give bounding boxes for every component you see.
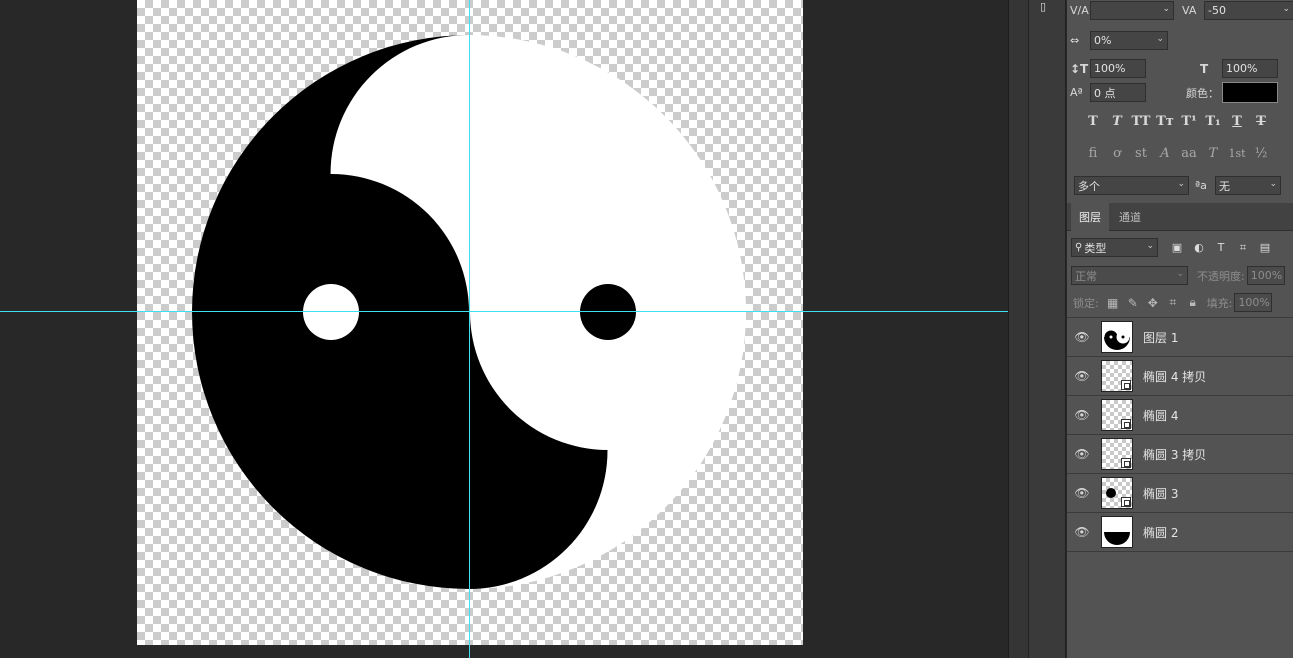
- fill-label: 填充:: [1206, 296, 1233, 310]
- vertical-guide[interactable]: [469, 0, 470, 658]
- properties-panel: V/A ⌄ VA -50 ⌄ ⇔ 0% ⌄ ↕T 100% T 100% Aª …: [1067, 0, 1293, 658]
- vertical-scale-field[interactable]: 100%: [1090, 59, 1146, 78]
- layer-row[interactable]: 👁︎ 椭圆 2: [1067, 513, 1293, 552]
- color-label: 颜色：: [1186, 86, 1219, 100]
- layers-tabbar: 图层 通道: [1067, 203, 1293, 231]
- layer-row[interactable]: 👁︎ 图层 1: [1067, 318, 1293, 357]
- stylistic-alternates-button[interactable]: aa: [1177, 146, 1201, 161]
- type-filter-icon[interactable]: T: [1210, 241, 1232, 254]
- ordinals-button[interactable]: 1st: [1225, 147, 1249, 160]
- shape-layer-icon: [1121, 419, 1131, 429]
- shape-layer-icon: [1121, 380, 1131, 390]
- tab-channels[interactable]: 通道: [1111, 203, 1149, 231]
- discretionary-ligatures-button[interactable]: st: [1129, 146, 1153, 161]
- underline-button[interactable]: T: [1225, 114, 1249, 129]
- eye-icon[interactable]: 👁︎: [1067, 369, 1097, 383]
- blend-mode-select[interactable]: 正常 ⌄: [1071, 266, 1188, 285]
- tracking-icon: VA: [1182, 4, 1197, 17]
- swash-button[interactable]: A: [1153, 146, 1177, 161]
- adjustment-filter-icon[interactable]: ◐: [1188, 241, 1210, 254]
- eye-icon[interactable]: 👁︎: [1067, 486, 1097, 500]
- document-canvas[interactable]: [137, 0, 803, 645]
- pixel-filter-icon[interactable]: ▣: [1166, 241, 1188, 254]
- horizontal-guide[interactable]: [0, 311, 1008, 312]
- layer-thumbnail: [1101, 399, 1133, 431]
- antialias-icon: ªa: [1195, 179, 1207, 192]
- layer-name: 椭圆 4: [1143, 408, 1179, 423]
- layer-thumbnail: [1101, 438, 1133, 470]
- titling-alternates-button[interactable]: T: [1201, 146, 1225, 161]
- vertical-scale-icon: ↕T: [1070, 61, 1089, 76]
- shape-filter-icon[interactable]: ⌗: [1232, 241, 1254, 255]
- layer-name: 椭圆 3: [1143, 486, 1179, 501]
- fill-field[interactable]: 100%: [1234, 293, 1273, 312]
- layer-thumbnail: [1101, 360, 1133, 392]
- tsume-icon: ⇔: [1070, 34, 1080, 47]
- lock-image-icon[interactable]: ✎: [1123, 296, 1143, 310]
- yinyang-artwork: [192, 35, 746, 589]
- opacity-field[interactable]: 100%: [1246, 266, 1285, 285]
- horizontal-scale-icon: T: [1200, 61, 1209, 76]
- paragraph-panel-icon[interactable]: ▯: [1040, 0, 1054, 13]
- kerning-icon: V/A: [1070, 4, 1089, 17]
- strikethrough-button[interactable]: T: [1249, 114, 1273, 129]
- layer-thumbnail: [1101, 516, 1133, 548]
- dock-strip-left: [1008, 0, 1028, 658]
- layer-name: 椭圆 4 拷贝: [1143, 369, 1207, 384]
- layer-filter-select[interactable]: ⚲ 类型 ⌄: [1071, 238, 1158, 257]
- layer-row[interactable]: 👁︎ 椭圆 4 拷贝: [1067, 357, 1293, 396]
- layer-row[interactable]: 👁︎ 椭圆 3: [1067, 474, 1293, 513]
- eye-icon[interactable]: 👁︎: [1067, 525, 1097, 539]
- search-icon: ⚲: [1075, 242, 1083, 253]
- old-style-button[interactable]: ơ: [1105, 146, 1129, 161]
- tracking-field[interactable]: -50 ⌄: [1204, 1, 1293, 20]
- ligatures-button[interactable]: fi: [1081, 146, 1105, 161]
- opacity-label: 不透明度:: [1197, 269, 1245, 283]
- lock-pixels-icon[interactable]: ▦: [1103, 296, 1123, 310]
- subscript-button[interactable]: T₁: [1201, 114, 1225, 129]
- layer-thumbnail: [1101, 321, 1133, 353]
- layer-row[interactable]: 👁︎ 椭圆 3 拷贝: [1067, 435, 1293, 474]
- layer-thumbnail: [1101, 477, 1133, 509]
- lock-all-icon[interactable]: 🔒︎: [1183, 295, 1203, 310]
- faux-bold-button[interactable]: T: [1081, 114, 1105, 129]
- all-caps-button[interactable]: TT: [1129, 114, 1153, 129]
- eye-icon[interactable]: 👁︎: [1067, 330, 1097, 344]
- baseline-shift-field[interactable]: 0 点: [1090, 83, 1146, 102]
- tsume-field[interactable]: 0% ⌄: [1090, 31, 1168, 50]
- antialias-select[interactable]: 无 ⌄: [1215, 176, 1281, 195]
- lock-position-icon[interactable]: ✥: [1143, 296, 1163, 310]
- smart-object-filter-icon[interactable]: ▤: [1254, 241, 1276, 254]
- fractions-button[interactable]: ½: [1249, 146, 1273, 161]
- lock-artboard-icon[interactable]: ⌗: [1163, 295, 1183, 310]
- eye-icon[interactable]: 👁︎: [1067, 408, 1097, 422]
- layer-name: 椭圆 2: [1143, 525, 1179, 540]
- faux-italic-button[interactable]: T: [1105, 114, 1129, 129]
- shape-layer-icon: [1121, 497, 1131, 507]
- layer-row[interactable]: 👁︎ 椭圆 4: [1067, 396, 1293, 435]
- lock-label: 锁定:: [1073, 296, 1099, 310]
- layer-name: 图层 1: [1143, 330, 1179, 345]
- tab-layers[interactable]: 图层: [1071, 203, 1109, 231]
- superscript-button[interactable]: T¹: [1177, 114, 1201, 129]
- baseline-shift-icon: Aª: [1070, 86, 1083, 99]
- dock-strip-icons: [1028, 0, 1066, 658]
- small-caps-button[interactable]: Tт: [1153, 114, 1177, 129]
- canvas-workspace[interactable]: [0, 0, 1010, 658]
- language-select[interactable]: 多个 ⌄: [1074, 176, 1189, 195]
- black-dot: [580, 284, 636, 340]
- kerning-field[interactable]: ⌄: [1090, 1, 1174, 20]
- eye-icon[interactable]: 👁︎: [1067, 447, 1097, 461]
- layer-name: 椭圆 3 拷贝: [1143, 447, 1207, 462]
- color-swatch[interactable]: [1222, 82, 1278, 103]
- horizontal-scale-field[interactable]: 100%: [1222, 59, 1278, 78]
- shape-layer-icon: [1121, 458, 1131, 468]
- white-dot: [303, 284, 359, 340]
